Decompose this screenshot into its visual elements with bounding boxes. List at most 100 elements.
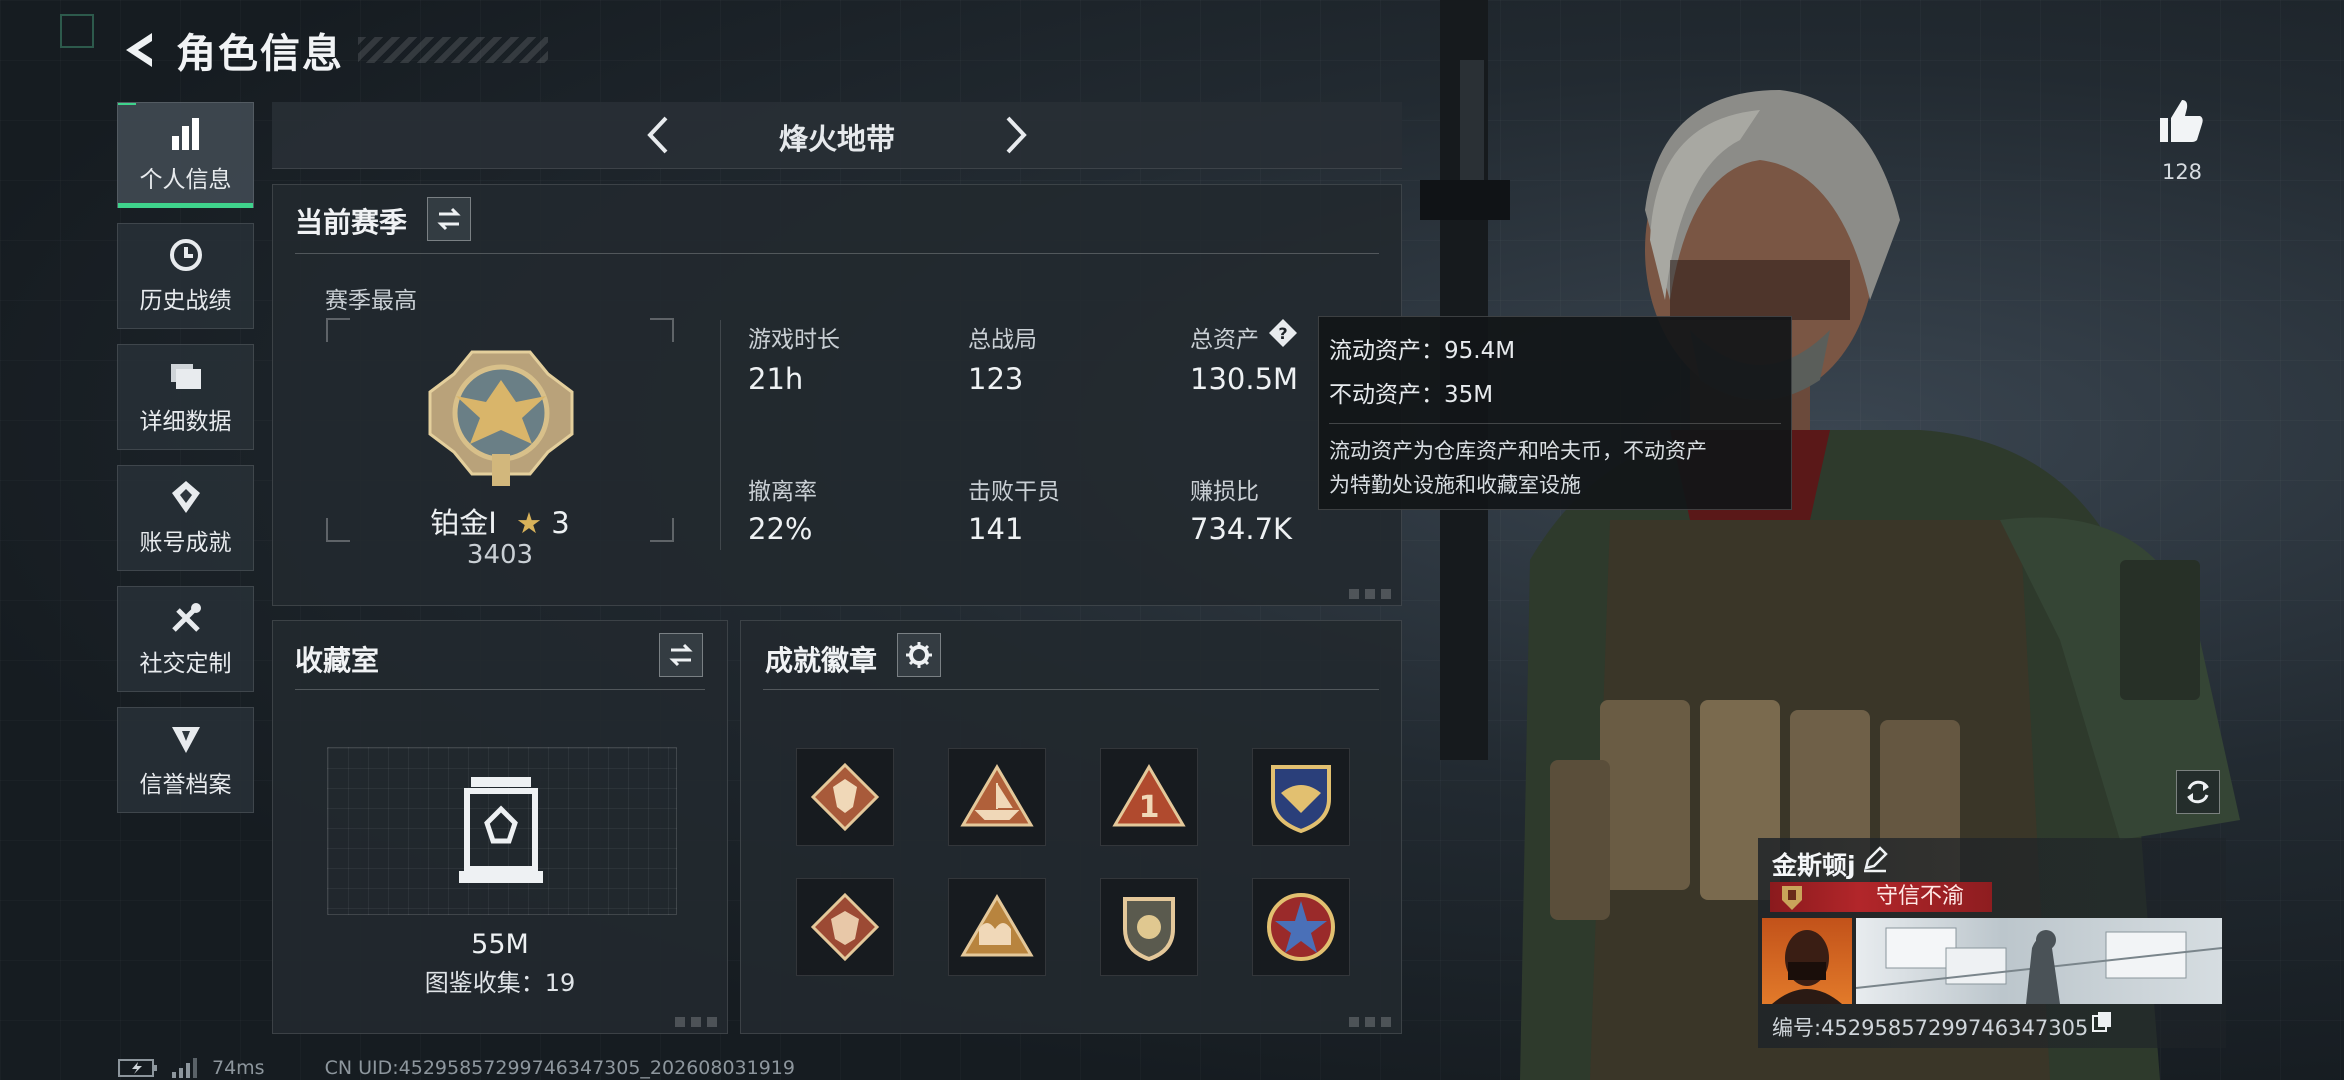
collection-panel-title: 收藏室 bbox=[295, 644, 380, 677]
sidebar-item-detailed-data[interactable]: 详细数据 bbox=[117, 344, 254, 450]
thumbs-up-icon[interactable] bbox=[2156, 96, 2206, 146]
page-header: 角色信息 bbox=[118, 22, 548, 78]
sidebar-item-social-customization[interactable]: 社交定制 bbox=[117, 586, 254, 692]
tools-icon bbox=[171, 603, 201, 632]
sidebar-item-label: 历史战绩 bbox=[139, 288, 232, 314]
number-one-badge-icon: 1 bbox=[1112, 764, 1186, 827]
badge-settings-button[interactable] bbox=[897, 633, 941, 677]
svg-text:?: ? bbox=[1278, 324, 1287, 343]
avatar-portrait bbox=[1772, 930, 1842, 1004]
badge-slot-6[interactable] bbox=[948, 878, 1046, 976]
season-panel-title: 当前赛季 bbox=[295, 206, 408, 239]
tooltip-description-line-2: 为特勤处设施和收藏室设施 bbox=[1329, 473, 1581, 497]
mode-title: 烽火地带 bbox=[778, 122, 895, 156]
stat-label-extraction-rate: 撤离率 bbox=[748, 479, 817, 505]
player-name: 金斯顿j bbox=[1772, 851, 1856, 880]
badges-panel-title: 成就徽章 bbox=[765, 644, 878, 677]
sidebar-item-label: 社交定制 bbox=[139, 651, 232, 677]
tooltip-description-line-1: 流动资产为仓库资产和哈夫币，不动资产 bbox=[1329, 439, 1707, 463]
stat-label-operators-defeated: 击败干员 bbox=[968, 479, 1060, 505]
avatar[interactable] bbox=[1762, 918, 1852, 1004]
sidebar-item-label: 详细数据 bbox=[139, 409, 232, 435]
season-switch-button[interactable] bbox=[427, 197, 471, 241]
sidebar-item-account-achievements[interactable]: 账号成就 bbox=[117, 465, 254, 571]
badge-slot-2[interactable] bbox=[948, 748, 1046, 846]
next-mode-arrow-icon[interactable] bbox=[992, 112, 1038, 158]
star-icon: ★ bbox=[516, 506, 543, 540]
sidebar-item-label: 账号成就 bbox=[139, 530, 232, 556]
edit-pencil-icon[interactable] bbox=[1860, 844, 1890, 874]
badge-slot-1[interactable] bbox=[796, 748, 894, 846]
badge-slot-7[interactable] bbox=[1100, 878, 1198, 976]
copy-icon[interactable] bbox=[2090, 1010, 2114, 1034]
boat-badge-icon bbox=[960, 764, 1034, 827]
rank-score: 3403 bbox=[466, 540, 534, 570]
rank-name-row: 铂金Ⅰ ★ 3 bbox=[326, 500, 674, 542]
like-count: 128 bbox=[2161, 160, 2203, 184]
stat-value-extraction-rate: 22% bbox=[748, 512, 813, 546]
stat-label-play-time: 游戏时长 bbox=[748, 327, 840, 353]
player-id: 编号:4529585729974634730​5 bbox=[1772, 1016, 2089, 1040]
battery-charging-icon bbox=[118, 1059, 157, 1077]
refresh-appearance-button[interactable] bbox=[2176, 770, 2220, 814]
rank-stars: 3 bbox=[551, 506, 570, 540]
shield-badge-icon bbox=[1123, 897, 1175, 962]
title-decoration bbox=[358, 37, 548, 63]
refresh-icon bbox=[2187, 780, 2209, 804]
gear-icon bbox=[906, 642, 932, 668]
panel-corner-mark bbox=[675, 1017, 717, 1027]
achievement-icon bbox=[171, 481, 200, 513]
credit-shield-icon bbox=[171, 727, 200, 753]
corner-decoration bbox=[60, 14, 94, 48]
panel-divider bbox=[295, 689, 705, 690]
panel-corner-mark bbox=[1349, 589, 1391, 599]
collection-switch-button[interactable] bbox=[659, 633, 703, 677]
badge-slot-4[interactable] bbox=[1252, 748, 1350, 846]
tooltip-fixed-assets: 不动资产：35M bbox=[1329, 382, 1494, 408]
sidebar-item-match-history[interactable]: 历史战绩 bbox=[117, 223, 254, 329]
camel-badge-icon bbox=[960, 894, 1034, 957]
sidebar-item-personal-info[interactable]: 个人信息 bbox=[117, 102, 254, 208]
tooltip-divider bbox=[1329, 423, 1781, 424]
dragon-badge-icon bbox=[810, 892, 880, 962]
history-clock-icon bbox=[169, 239, 202, 271]
wolf-badge-icon bbox=[810, 762, 880, 832]
panel-divider bbox=[295, 253, 1379, 254]
sidebar-item-label: 信誉档案 bbox=[139, 772, 232, 798]
sidebar-item-credit-record[interactable]: 信誉档案 bbox=[117, 707, 254, 813]
stat-value-play-time: 21h bbox=[748, 362, 804, 396]
stat-label-total-matches: 总战局 bbox=[968, 327, 1037, 353]
mode-selector: 烽火地带 bbox=[272, 102, 1402, 169]
assets-tooltip: 流动资产：95.4M 不动资产：35M 流动资产为仓库资产和哈夫币，不动资产 为… bbox=[1318, 316, 1792, 510]
folder-icon bbox=[170, 364, 201, 389]
help-diamond-icon[interactable]: ? bbox=[1268, 318, 1298, 348]
stat-value-profit-ratio: 734.7K bbox=[1190, 512, 1293, 546]
page-title: 角色信息 bbox=[176, 31, 344, 77]
swap-icon bbox=[669, 643, 693, 667]
collection-value: 55M bbox=[471, 929, 529, 960]
stat-value-operators-defeated: 141 bbox=[968, 512, 1024, 546]
season-highest-label: 赛季最高 bbox=[325, 288, 417, 314]
ping: 74ms bbox=[212, 1057, 265, 1079]
network-signal-icon bbox=[172, 1058, 197, 1078]
display-case-icon bbox=[459, 777, 543, 883]
panel-corner-mark bbox=[1349, 1017, 1391, 1027]
back-arrow-icon[interactable] bbox=[118, 29, 160, 71]
svg-text:1: 1 bbox=[1139, 790, 1160, 825]
swap-icon bbox=[437, 207, 461, 231]
player-banner[interactable] bbox=[1856, 918, 2222, 1004]
stats-divider bbox=[720, 320, 721, 550]
sidebar-item-label: 个人信息 bbox=[139, 167, 232, 193]
stat-label-total-assets: 总资产 bbox=[1190, 327, 1259, 353]
panel-divider bbox=[763, 689, 1379, 690]
eagle-shield-badge-icon bbox=[1271, 765, 1331, 834]
star-cross-badge-icon bbox=[1267, 893, 1335, 961]
badge-slot-5[interactable] bbox=[796, 878, 894, 976]
badge-slot-8[interactable] bbox=[1252, 878, 1350, 976]
stat-label-profit-ratio: 赚损比 bbox=[1190, 479, 1259, 505]
status-footer: 74ms CN UID:452958572997463473​05_202608… bbox=[118, 1056, 795, 1080]
bar-chart-icon bbox=[171, 118, 199, 150]
stat-value-total-assets: 130.5M bbox=[1190, 362, 1299, 396]
sidebar: 个人信息 历史战绩 详细数据 账号成就 社交定制 信誉档案 bbox=[117, 102, 254, 828]
badge-slot-3[interactable]: 1 bbox=[1100, 748, 1198, 846]
